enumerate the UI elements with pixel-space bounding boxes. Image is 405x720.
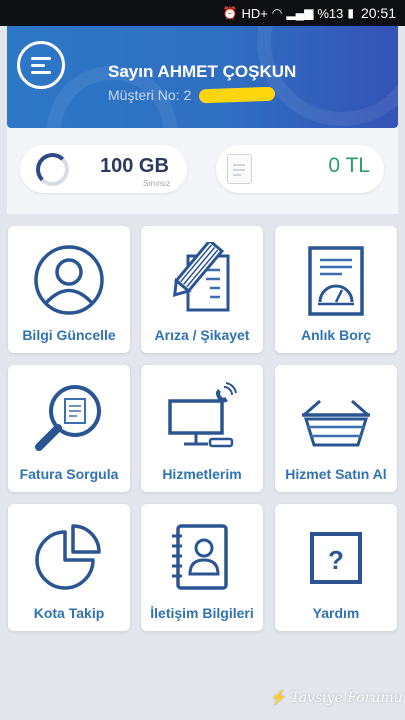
tile-label: Bilgi Güncelle [22,327,116,343]
customer-number: 2 [183,87,192,103]
tile-label: Hizmetlerim [162,466,242,482]
signal-icon: ▂▄▆ [286,6,314,20]
tile-label: İletişim Bilgileri [150,605,254,621]
user-profile-icon [34,245,104,315]
magnifier-invoice-icon [35,385,101,451]
tile-label: Kota Takip [33,605,105,621]
watermark: ⚡ Tavsiye Forumu [270,690,403,706]
lightning-icon: ⚡ [270,690,288,706]
tile-label: Yardım [312,605,360,621]
network-type: HD+ [241,5,268,21]
data-quota-pill[interactable]: 100 GB Sınırsız [20,145,187,193]
shopping-basket-icon [302,399,370,447]
greeting: Sayın AHMET ÇOŞKUN [108,62,297,81]
wifi-icon: ◠ [271,6,283,20]
clock: 20:51 [360,5,396,21]
menu-button[interactable] [17,41,65,89]
watermark-text: Tavsiye Forumu [290,690,403,706]
tile-label: Anlık Borç [300,327,371,343]
computer-phone-icon [168,382,237,448]
tile-iletisim-bilgileri[interactable]: İletişim Bilgileri [141,504,263,631]
svg-text:?: ? [328,545,344,575]
tile-bilgi-guncelle[interactable]: Bilgi Güncelle [8,226,130,353]
bill-document-icon [227,154,252,184]
tile-yardim[interactable]: ? Yardım [275,504,397,631]
data-quota-sub: Sınırsız [143,179,171,188]
tile-hizmetlerim[interactable]: Hizmetlerim [141,365,263,492]
data-quota-value: 100 GB [100,155,169,177]
address-book-icon [172,524,228,590]
customer-number-label: Müşteri No: [108,87,180,103]
tile-ariza-sikayet[interactable]: Arıza / Şikayet [141,226,263,353]
tile-label: Arıza / Şikayet [154,327,250,343]
bill-gauge-icon [308,246,364,316]
bill-amount-value: 0 TL [328,154,370,177]
tile-label: Fatura Sorgula [19,466,119,482]
redaction-mark [198,86,276,104]
alarm-clock-icon: ⏰ [222,6,238,20]
status-bar: ⏰ HD+ ◠ ▂▄▆ %13 ▮ 20:51 [0,0,405,26]
tile-hizmet-satin-al[interactable]: Hizmet Satın Al [275,365,397,492]
account-header: Sayın AHMET ÇOŞKUN Müşteri No: 2 [7,26,398,128]
tile-anlik-borc[interactable]: Anlık Borç [275,226,397,353]
pie-chart-icon [35,524,101,590]
battery-icon: ▮ [347,6,354,20]
question-box-icon: ? [310,532,362,584]
data-usage-ring-icon [36,153,69,186]
customer-number-row: Müşteri No: 2 [108,87,191,103]
bill-amount-pill[interactable]: 0 TL [216,145,384,193]
tile-fatura-sorgula[interactable]: Fatura Sorgula [8,365,130,492]
tile-label: Hizmet Satın Al [285,466,387,482]
document-pencil-icon [172,242,230,312]
battery-percent: %13 [317,5,344,21]
tile-kota-takip[interactable]: Kota Takip [8,504,130,631]
